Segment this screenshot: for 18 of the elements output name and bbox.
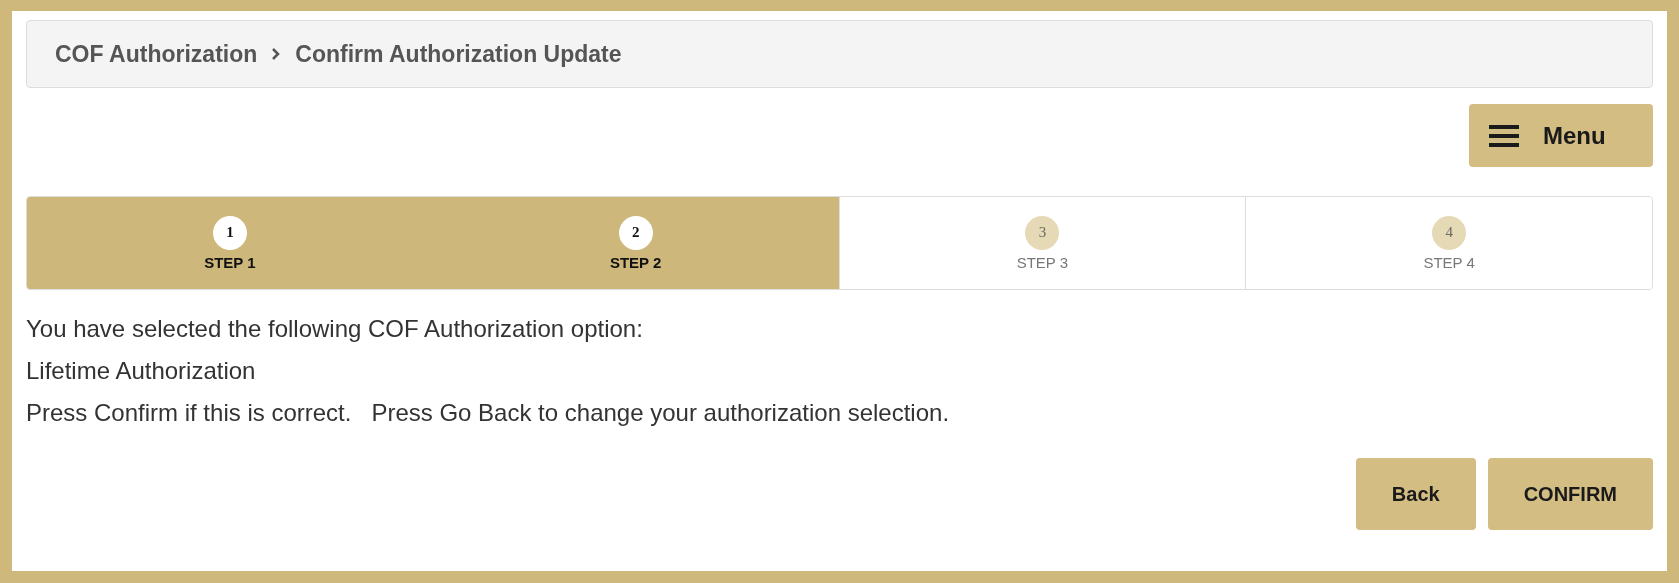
step-number: 2 <box>618 215 653 250</box>
breadcrumb-item[interactable]: Confirm Authorization Update <box>295 40 622 68</box>
message-text: Lifetime Authorization <box>26 356 257 386</box>
step-label: STEP 2 <box>609 253 662 271</box>
step-number: 3 <box>1025 215 1060 250</box>
step-number: 4 <box>1432 215 1467 250</box>
menu-button[interactable]: Menu <box>1469 104 1653 167</box>
breadcrumb-item[interactable]: COF Authorization <box>55 40 258 68</box>
confirm-button[interactable]: CONFIRM <box>1487 458 1653 530</box>
message-text: You have selected the following COF Authorization option: <box>26 314 644 344</box>
chevron-icon <box>271 47 282 61</box>
back-button[interactable]: Back <box>1355 458 1476 530</box>
step-label: STEP 3 <box>1016 253 1069 271</box>
step-label: STEP 1 <box>204 253 256 271</box>
menu-icon <box>1489 123 1519 148</box>
step-number: 1 <box>212 215 247 250</box>
step-label: STEP 4 <box>1423 253 1475 271</box>
message-text: Press Confirm if this is correct. Press Go Back to change your authorization selection. <box>26 398 951 428</box>
